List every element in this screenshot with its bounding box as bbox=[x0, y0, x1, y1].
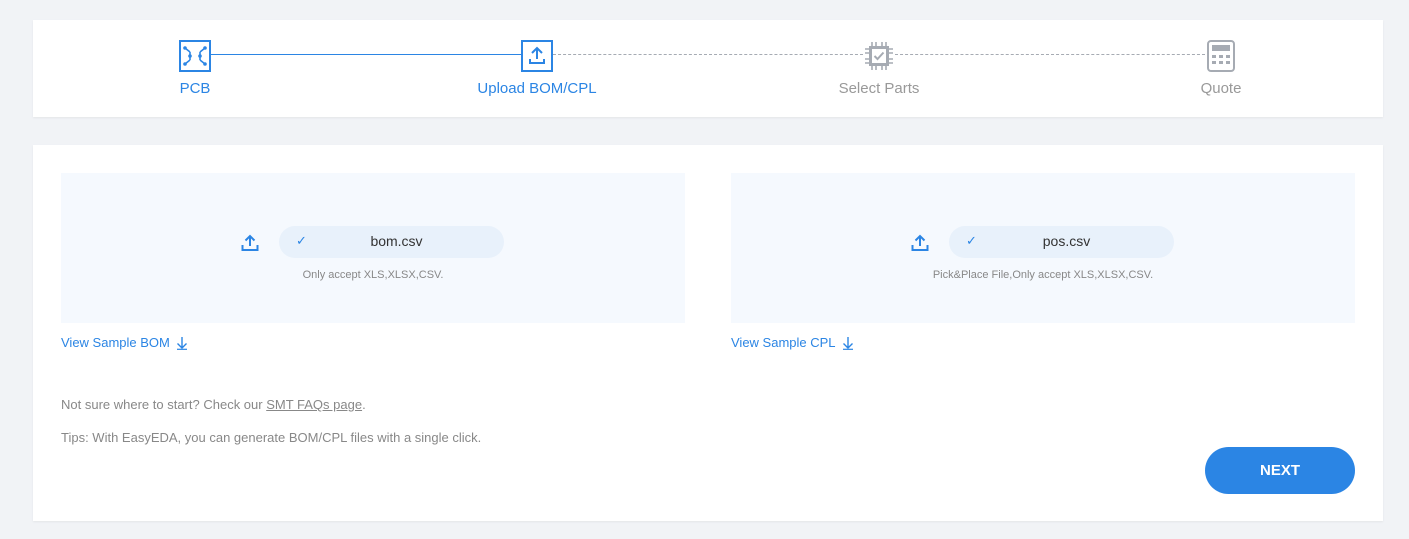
bom-accept-note: Only accept XLS,XLSX,CSV. bbox=[302, 269, 444, 281]
bom-file-chip[interactable]: ✓ bom.csv bbox=[279, 226, 504, 258]
smt-faqs-link[interactable]: SMT FAQs page bbox=[266, 397, 362, 412]
help-text: Not sure where to start? Check our SMT F… bbox=[61, 397, 366, 412]
step-label-upload: Upload BOM/CPL bbox=[477, 80, 597, 97]
tips-text: Tips: With EasyEDA, you can generate BOM… bbox=[61, 430, 482, 445]
help-suffix: . bbox=[362, 397, 366, 412]
check-icon: ✓ bbox=[966, 233, 977, 248]
download-icon bbox=[842, 336, 853, 350]
help-prefix: Not sure where to start? Check our bbox=[61, 397, 267, 412]
view-sample-bom-label: View Sample BOM bbox=[61, 335, 170, 350]
upload-icon[interactable] bbox=[241, 234, 259, 252]
stepper: PCB Upload BOM/CPL Select Parts Quote bbox=[33, 20, 1383, 117]
upload-card: ✓ bom.csv Only accept XLS,XLSX,CSV. ✓ po… bbox=[33, 145, 1383, 521]
cpl-file-chip[interactable]: ✓ pos.csv bbox=[949, 226, 1174, 258]
view-sample-cpl-label: View Sample CPL bbox=[731, 335, 836, 350]
step-label-select-parts: Select Parts bbox=[838, 80, 920, 97]
cpl-accept-note: Pick&Place File,Only accept XLS,XLSX,CSV… bbox=[932, 269, 1154, 281]
upload-icon[interactable] bbox=[911, 234, 929, 252]
cpl-drop-zone[interactable]: ✓ pos.csv Pick&Place File,Only accept XL… bbox=[731, 173, 1355, 323]
view-sample-cpl-link[interactable]: View Sample CPL bbox=[731, 335, 854, 350]
pcb-icon bbox=[179, 40, 211, 72]
chip-icon bbox=[863, 40, 895, 72]
view-sample-bom-link[interactable]: View Sample BOM bbox=[61, 335, 188, 350]
check-icon: ✓ bbox=[296, 233, 307, 248]
step-connector-2 bbox=[553, 54, 863, 55]
next-button[interactable]: NEXT bbox=[1205, 447, 1355, 494]
step-label-pcb: PCB bbox=[179, 80, 211, 97]
upload-icon bbox=[521, 40, 553, 72]
step-connector-1 bbox=[211, 54, 521, 55]
step-connector-3 bbox=[895, 54, 1205, 55]
bom-drop-zone[interactable]: ✓ bom.csv Only accept XLS,XLSX,CSV. bbox=[61, 173, 685, 323]
step-label-quote: Quote bbox=[1200, 80, 1242, 97]
calculator-icon bbox=[1205, 40, 1237, 72]
download-icon bbox=[176, 336, 187, 350]
bom-file-name: bom.csv bbox=[370, 233, 423, 249]
cpl-file-name: pos.csv bbox=[1042, 233, 1091, 249]
